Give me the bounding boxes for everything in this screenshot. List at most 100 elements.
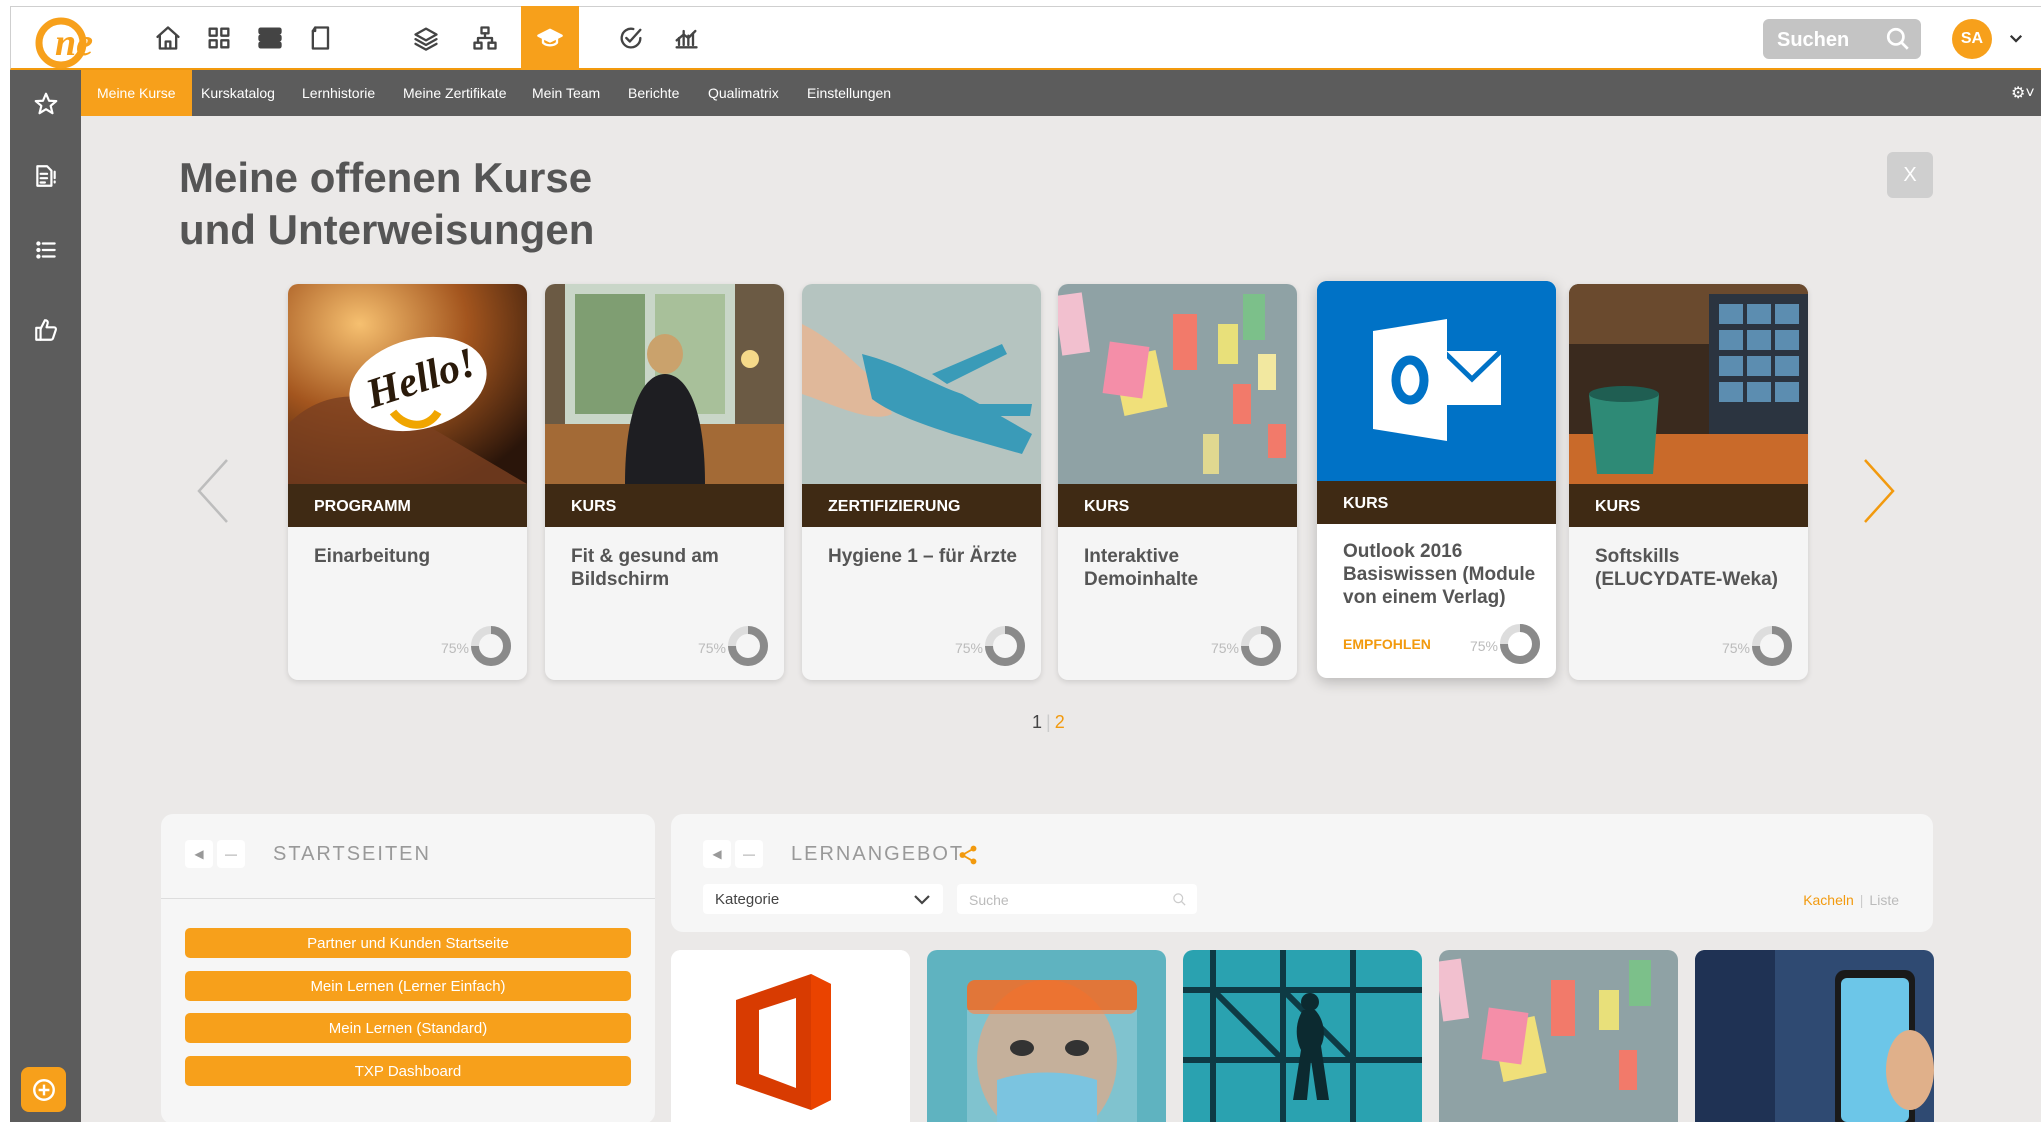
minimize-button[interactable]: — (735, 840, 763, 868)
course-card[interactable]: KURS Interaktive Demoinhalte 75% (1058, 284, 1297, 680)
course-image-laptop-call (1569, 284, 1808, 484)
progress-ring-icon (728, 626, 768, 666)
category-select[interactable]: Kategorie (703, 884, 943, 914)
sub-navigation: Meine Kurse Kurskatalog Lernhistorie Mei… (81, 70, 2041, 116)
startpage-button[interactable]: Mein Lernen (Lerner Einfach) (185, 971, 631, 1001)
thumbs-up-icon[interactable] (10, 310, 81, 350)
course-type-label: KURS (1317, 481, 1556, 524)
course-card[interactable]: KURS Softskills (ELUCYDATE-Weka) 75% (1569, 284, 1808, 680)
course-progress-text: 75% (1469, 638, 1498, 654)
lernangebot-search-input[interactable]: Suche (957, 884, 1197, 914)
carousel-prev-arrow[interactable] (193, 456, 233, 526)
page-2-link[interactable]: 2 (1055, 712, 1065, 732)
page-title-line-1: Meine offenen Kurse (179, 154, 593, 201)
startpage-button[interactable]: Partner und Kunden Startseite (185, 928, 631, 958)
course-progress-text: 75% (440, 640, 469, 656)
search-icon (1886, 27, 1909, 50)
target-check-icon[interactable] (602, 9, 660, 67)
view-list-link[interactable]: Liste (1869, 892, 1899, 908)
tab-mein-team[interactable]: Mein Team (532, 70, 600, 116)
course-card[interactable]: ZERTIFIZIERUNG Hygiene 1 – für Ärzte 75% (802, 284, 1041, 680)
course-image-gloves (802, 284, 1041, 484)
startseiten-panel: ◀ — STARTSEITEN Partner und Kunden Start… (161, 814, 655, 1122)
recommended-badge: EMPFOHLEN (1343, 636, 1431, 652)
course-card[interactable]: Hello! PROGRAMM Einarbeitung 75% (288, 284, 527, 680)
course-progress-text: 75% (697, 640, 726, 656)
chart-icon[interactable] (657, 9, 715, 67)
offer-tile-smartphone[interactable] (1695, 950, 1934, 1122)
search-icon (1173, 893, 1186, 906)
close-button[interactable]: X (1887, 152, 1933, 198)
org-chart-icon[interactable] (456, 9, 514, 67)
star-icon[interactable] (10, 84, 81, 124)
tab-einstellungen[interactable]: Einstellungen (807, 70, 891, 116)
carousel-next-arrow[interactable] (1859, 456, 1899, 526)
course-type-label: PROGRAMM (288, 484, 527, 527)
home-icon[interactable] (139, 9, 197, 67)
left-rail (10, 70, 81, 1122)
course-title: Outlook 2016 Basiswissen (Module von ein… (1343, 541, 1536, 608)
add-button[interactable] (21, 1067, 66, 1112)
lernangebot-search-placeholder: Suche (969, 892, 1009, 908)
tab-kurskatalog[interactable]: Kurskatalog (201, 70, 275, 116)
share-icon[interactable] (957, 844, 979, 866)
tab-meine-kurse[interactable]: Meine Kurse (81, 70, 192, 116)
progress-ring-icon (1241, 626, 1281, 666)
course-title: Softskills (ELUCYDATE-Weka) (1595, 546, 1778, 590)
course-progress-text: 75% (954, 640, 983, 656)
main-content: Meine offenen Kurse und Unterweisungen X… (81, 116, 2041, 1122)
plus-circle-icon (32, 1078, 55, 1101)
startpage-button[interactable]: Mein Lernen (Standard) (185, 1013, 631, 1043)
course-title: Einarbeitung (314, 546, 431, 567)
search-placeholder: Suchen (1777, 29, 1850, 51)
layers-stack-icon[interactable] (241, 9, 299, 67)
offer-tile-faceshield[interactable] (927, 950, 1166, 1122)
page-title: Meine offenen Kurse und Unterweisungen (179, 152, 594, 256)
lernangebot-panel: ◀ — LERNANGEBOT Kategorie Suche Kacheln |… (671, 814, 1933, 932)
avatar[interactable]: SA (1952, 19, 1992, 59)
book-icon[interactable] (292, 9, 350, 67)
tab-meine-zertifikate[interactable]: Meine Zertifikate (403, 70, 506, 116)
progress-ring-icon (471, 626, 511, 666)
minimize-button[interactable]: — (217, 840, 245, 868)
divider (161, 898, 655, 899)
startpage-button[interactable]: TXP Dashboard (185, 1056, 631, 1086)
course-card-featured[interactable]: KURS Outlook 2016 Basiswissen (Module vo… (1317, 281, 1556, 678)
course-title: Fit & gesund am Bildschirm (571, 546, 719, 590)
view-tiles-link[interactable]: Kacheln (1803, 892, 1854, 908)
tab-berichte[interactable]: Berichte (628, 70, 679, 116)
course-type-label: KURS (545, 484, 784, 527)
course-card[interactable]: KURS Fit & gesund am Bildschirm 75% (545, 284, 784, 680)
view-toggle: Kacheln | Liste (1803, 892, 1899, 908)
document-alert-icon[interactable] (10, 156, 81, 196)
pager-separator: | (1046, 712, 1051, 732)
course-progress-text: 75% (1210, 640, 1239, 656)
offer-tile-sticky-notes[interactable] (1439, 950, 1678, 1122)
layers-icon[interactable] (397, 9, 455, 67)
offer-tile-scaffold[interactable] (1183, 950, 1422, 1122)
chevron-down-icon (914, 895, 930, 905)
list-icon[interactable] (10, 230, 81, 270)
course-title: Hygiene 1 – für Ärzte (828, 546, 1017, 567)
progress-ring-icon (1752, 626, 1792, 666)
tab-qualimatrix[interactable]: Qualimatrix (708, 70, 779, 116)
startseiten-title: STARTSEITEN (273, 843, 431, 865)
search-input[interactable]: Suchen (1763, 19, 1921, 59)
view-separator: | (1859, 892, 1864, 908)
gear-icon[interactable]: ⚙˅ (2011, 83, 2035, 103)
course-image-outlook-logo (1317, 281, 1556, 481)
graduation-cap-icon[interactable] (521, 6, 579, 70)
brand-logo[interactable]: ne (33, 11, 115, 71)
progress-ring-icon (985, 626, 1025, 666)
course-progress-text: 75% (1721, 640, 1750, 656)
chevron-down-icon[interactable] (2007, 29, 2027, 49)
carousel-pager: 1 | 2 (1032, 712, 1065, 733)
lernangebot-title: LERNANGEBOT (791, 843, 965, 865)
collapse-left-button[interactable]: ◀ (703, 840, 731, 868)
dashboard-icon[interactable] (190, 9, 248, 67)
page-1-link[interactable]: 1 (1032, 712, 1042, 732)
offer-tile-office[interactable] (671, 950, 910, 1122)
tab-lernhistorie[interactable]: Lernhistorie (302, 70, 375, 116)
collapse-left-button[interactable]: ◀ (185, 840, 213, 868)
course-type-label: ZERTIFIZIERUNG (802, 484, 1041, 527)
